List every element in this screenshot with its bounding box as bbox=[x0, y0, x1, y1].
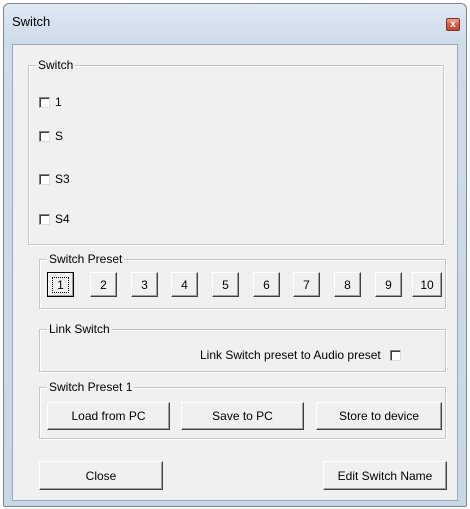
switch-s4-label: S4 bbox=[55, 212, 70, 226]
link-switch-group-label: Link Switch bbox=[47, 322, 112, 336]
store-to-device-button[interactable]: Store to device bbox=[316, 402, 442, 430]
switch-dialog: Switch x Switch 1 S S3 S4 Switch Preset … bbox=[3, 3, 467, 507]
switch-s-checkbox[interactable] bbox=[39, 130, 50, 142]
link-switch-row[interactable]: Link Switch preset to Audio preset bbox=[200, 348, 401, 362]
preset-9-button[interactable]: 9 bbox=[375, 272, 402, 297]
switch-preset-group-label: Switch Preset bbox=[47, 252, 125, 266]
preset-6-button[interactable]: 6 bbox=[253, 272, 280, 297]
preset-5-button[interactable]: 5 bbox=[212, 272, 239, 297]
switch-preset-file-group-label: Switch Preset 1 bbox=[47, 380, 135, 394]
link-switch-label: Link Switch preset to Audio preset bbox=[200, 348, 381, 362]
preset-3-button[interactable]: 3 bbox=[131, 272, 158, 297]
switch-1-label: 1 bbox=[55, 95, 62, 109]
switch-s-label: S bbox=[55, 129, 64, 143]
preset-1-button[interactable]: 1 bbox=[47, 272, 74, 297]
save-to-pc-button[interactable]: Save to PC bbox=[181, 402, 304, 430]
switch-1-checkbox[interactable] bbox=[39, 96, 50, 108]
switch-checkbox-row[interactable]: S3 bbox=[39, 172, 70, 186]
load-from-pc-button[interactable]: Load from PC bbox=[47, 402, 170, 430]
switch-s4-checkbox[interactable] bbox=[39, 213, 50, 225]
dialog-client-area: Switch 1 S S3 S4 Switch Preset 1 2 3 4 5… bbox=[12, 44, 458, 501]
preset-7-button[interactable]: 7 bbox=[293, 272, 320, 297]
switch-group: Switch bbox=[28, 58, 444, 245]
window-title: Switch bbox=[12, 14, 51, 29]
switch-s3-checkbox[interactable] bbox=[39, 173, 50, 185]
switch-group-label: Switch bbox=[36, 58, 76, 72]
link-switch-checkbox[interactable] bbox=[389, 349, 401, 361]
title-bar[interactable]: Switch x bbox=[4, 4, 466, 44]
window-close-button[interactable]: x bbox=[446, 18, 460, 31]
edit-switch-name-button[interactable]: Edit Switch Name bbox=[323, 461, 447, 490]
switch-checkbox-row[interactable]: S bbox=[39, 129, 63, 143]
switch-checkbox-row[interactable]: S4 bbox=[39, 212, 70, 226]
close-button[interactable]: Close bbox=[39, 461, 163, 490]
preset-4-button[interactable]: 4 bbox=[171, 272, 198, 297]
preset-10-button[interactable]: 10 bbox=[412, 272, 442, 297]
preset-8-button[interactable]: 8 bbox=[334, 272, 361, 297]
switch-checkbox-row[interactable]: 1 bbox=[39, 95, 62, 109]
switch-s3-label: S3 bbox=[55, 172, 70, 186]
preset-2-button[interactable]: 2 bbox=[90, 272, 117, 297]
